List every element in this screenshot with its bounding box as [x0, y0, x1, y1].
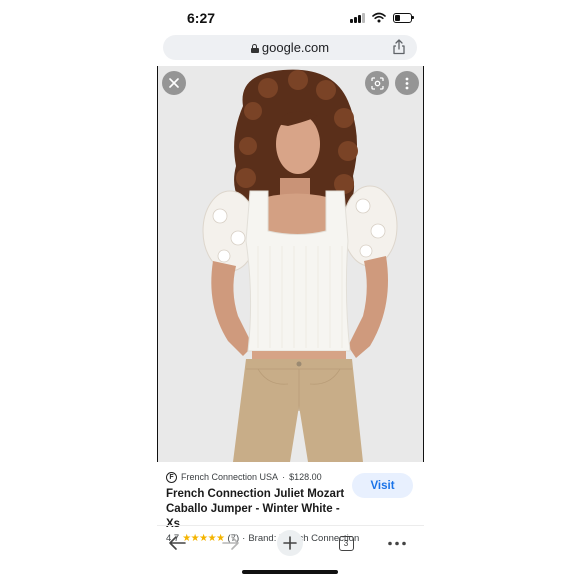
- home-indicator[interactable]: [242, 570, 338, 574]
- lock-icon: [250, 44, 259, 53]
- status-bar: 6:27: [0, 0, 580, 36]
- status-time: 6:27: [187, 10, 216, 26]
- close-icon: [169, 78, 179, 88]
- back-arrow-icon: [169, 536, 186, 550]
- plus-icon: [283, 536, 297, 550]
- more-horiz-icon: [388, 541, 406, 545]
- forward-button[interactable]: [219, 532, 243, 554]
- battery-icon: [392, 12, 414, 23]
- separator: ·: [282, 472, 286, 482]
- battery-fill: [394, 14, 400, 21]
- more-vert-icon: [405, 77, 409, 89]
- tab-switcher-button[interactable]: 3: [337, 532, 355, 554]
- cellular-signal-icon: [350, 12, 365, 23]
- forward-arrow-icon: [222, 536, 239, 550]
- product-image-panel[interactable]: [157, 66, 424, 462]
- google-lens-icon: [370, 76, 384, 90]
- new-tab-button[interactable]: [277, 530, 303, 556]
- menu-button[interactable]: [384, 532, 410, 554]
- wifi-icon: [371, 12, 386, 23]
- google-lens-button[interactable]: [365, 71, 389, 95]
- tab-switcher-icon: 3: [338, 535, 354, 551]
- url-bar[interactable]: google.com: [163, 35, 417, 60]
- merchant-name[interactable]: French Connection USA: [181, 472, 278, 482]
- status-icons: [350, 12, 414, 23]
- more-options-button[interactable]: [395, 71, 419, 95]
- merchant-logo-icon: F: [166, 471, 177, 483]
- url-text: google.com: [261, 40, 330, 55]
- share-icon[interactable]: [391, 39, 407, 55]
- back-button[interactable]: [165, 532, 189, 554]
- visit-button[interactable]: Visit: [352, 473, 413, 498]
- product-price: $128.00: [289, 472, 322, 482]
- browser-toolbar: 3: [157, 525, 424, 559]
- close-button[interactable]: [162, 71, 186, 95]
- product-photo: [158, 66, 423, 462]
- url-display[interactable]: google.com: [163, 40, 417, 55]
